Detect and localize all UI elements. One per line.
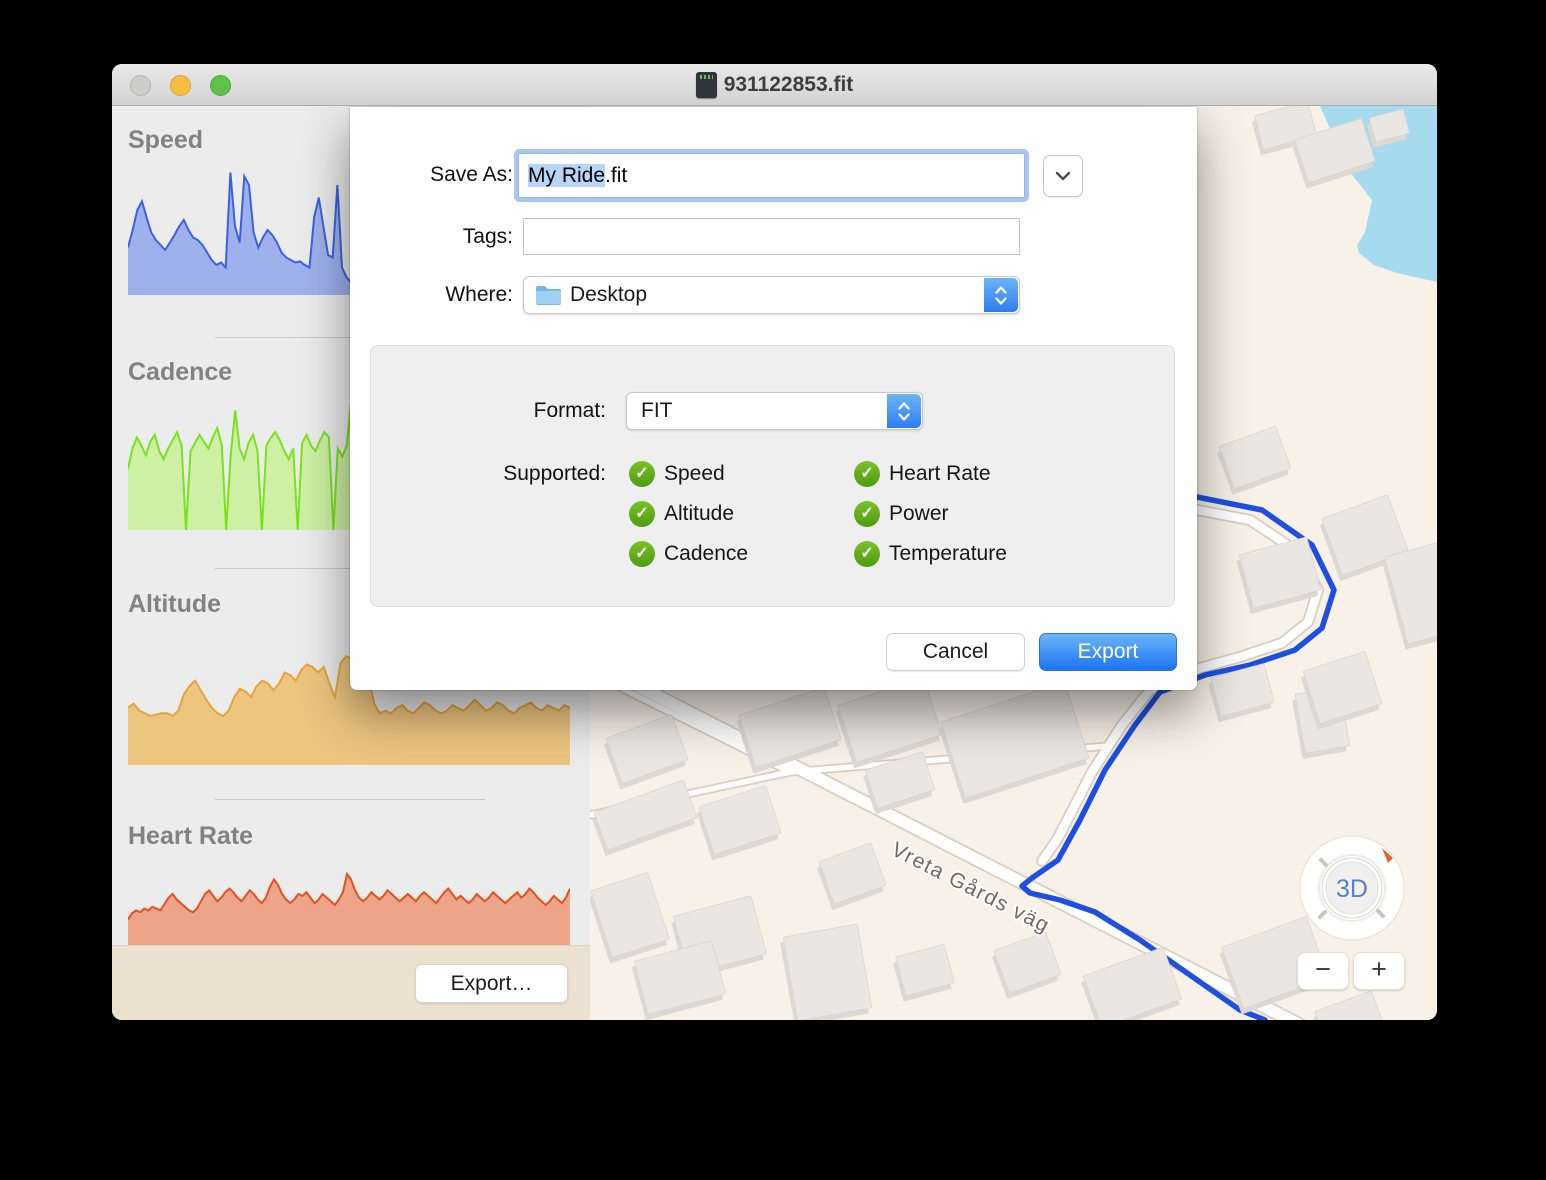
save-as-label: Save As: xyxy=(358,153,513,197)
supported-item: ✓ Cadence xyxy=(629,534,748,574)
supported-item-label: Cadence xyxy=(664,542,748,566)
check-circle-icon: ✓ xyxy=(854,541,880,567)
check-circle-icon: ✓ xyxy=(629,501,655,527)
save-dialog-sheet: Save As: My Ride.fit Tags: Where: Deskto… xyxy=(350,107,1197,690)
supported-item-label: Heart Rate xyxy=(889,462,991,486)
chevron-down-icon xyxy=(1055,171,1071,181)
supported-item: ✓ Altitude xyxy=(629,494,748,534)
supported-item-label: Temperature xyxy=(889,542,1007,566)
check-circle-icon: ✓ xyxy=(629,461,655,487)
supported-item: ✓ Power xyxy=(854,494,1007,534)
supported-item: ✓ Speed xyxy=(629,454,748,494)
compass-3d-button[interactable]: 3D xyxy=(1296,832,1408,944)
supported-column-2: ✓ Heart Rate ✓ Power ✓ Temperature xyxy=(854,454,1007,574)
cancel-button[interactable]: Cancel xyxy=(886,633,1025,671)
format-selected-value: FIT xyxy=(641,393,673,429)
supported-item-label: Speed xyxy=(664,462,725,486)
supported-item-label: Altitude xyxy=(664,502,734,526)
filename-extension-text: .fit xyxy=(605,164,627,187)
supported-item: ✓ Heart Rate xyxy=(854,454,1007,494)
where-select[interactable]: Desktop xyxy=(523,276,1020,314)
supported-column-1: ✓ Speed ✓ Altitude ✓ Cadence xyxy=(629,454,748,574)
divider xyxy=(215,799,485,800)
sidebar-bottom-bar: Export… xyxy=(112,945,590,1020)
check-circle-icon: ✓ xyxy=(854,501,880,527)
expand-dialog-button[interactable] xyxy=(1043,155,1083,197)
map-zoom-out-button[interactable]: − xyxy=(1297,952,1349,990)
tags-input[interactable] xyxy=(523,218,1020,255)
supported-item: ✓ Temperature xyxy=(854,534,1007,574)
folder-icon xyxy=(535,284,562,306)
format-options-panel: Format: FIT Supported: ✓ Speed ✓ Altitude ✓ C… xyxy=(370,345,1175,607)
chart-block-heart-rate: Heart Rate xyxy=(128,822,570,851)
window-title: 931122853.fit xyxy=(724,73,854,97)
format-select[interactable]: FIT xyxy=(626,392,923,430)
compass-3d-label: 3D xyxy=(1336,875,1368,903)
chart-label-heart-rate: Heart Rate xyxy=(128,822,570,851)
supported-item-label: Power xyxy=(889,502,949,526)
where-selected-value: Desktop xyxy=(570,277,647,313)
titlebar: 931122853.fit xyxy=(112,64,1437,106)
filename-selected-text: My Ride xyxy=(528,164,605,187)
where-label: Where: xyxy=(358,276,513,314)
app-window: Speed Cadence Altitude Heart Rate Export… xyxy=(112,64,1437,1020)
export-open-dialog-button[interactable]: Export… xyxy=(415,964,568,1003)
check-circle-icon: ✓ xyxy=(854,461,880,487)
heart-rate-chart xyxy=(128,854,570,945)
stepper-chevrons-icon xyxy=(887,394,921,428)
document-icon xyxy=(696,72,717,98)
check-circle-icon: ✓ xyxy=(629,541,655,567)
stepper-chevrons-icon xyxy=(984,278,1018,312)
export-button[interactable]: Export xyxy=(1039,633,1177,671)
supported-label: Supported: xyxy=(456,459,606,489)
tags-label: Tags: xyxy=(358,218,513,255)
filename-input[interactable]: My Ride.fit xyxy=(518,153,1025,198)
format-label: Format: xyxy=(456,392,606,430)
map-zoom-in-button[interactable]: + xyxy=(1353,952,1405,990)
